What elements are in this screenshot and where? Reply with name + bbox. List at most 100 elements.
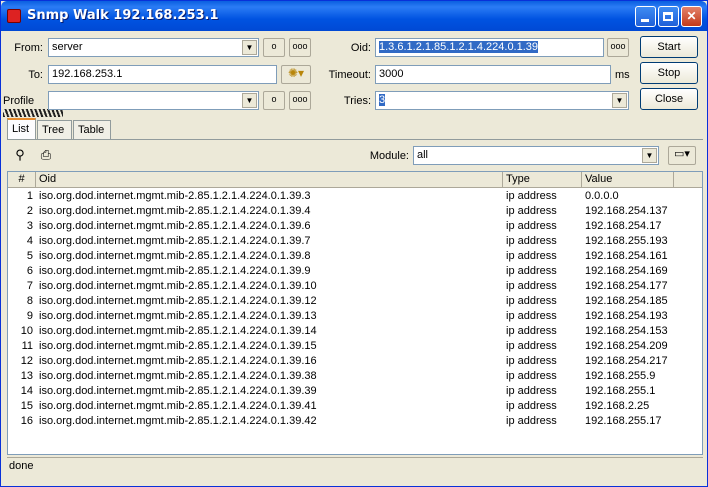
cell-type: ip address [506,190,557,202]
chevron-down-icon[interactable]: ▼ [642,148,657,163]
tries-label: Tries: [343,95,371,107]
cell-type: ip address [506,340,557,352]
title-bar[interactable]: Snmp Walk 192.168.253.1 ✕ [1,1,707,31]
columns-icon: ▭▾ [674,148,690,160]
profile-select[interactable]: ▼ [48,91,259,110]
cell-oid: iso.org.dod.internet.mgmt.mib-2.85.1.2.1… [39,220,311,232]
columns-button[interactable]: ▭▾ [668,146,696,165]
from-select[interactable]: server ▼ [48,38,259,57]
table-row[interactable]: 7 iso.org.dod.internet.mgmt.mib-2.85.1.2.… [8,279,702,294]
binoculars-icon: ⚲ [15,147,25,162]
module-label: Module: [369,150,409,162]
cell-value: 192.168.254.153 [585,325,668,337]
status-bar: done [7,457,703,475]
find-button[interactable]: ⚲ [9,145,31,165]
cell-num: 16 [20,415,33,427]
cell-value: 192.168.255.9 [585,370,656,382]
cell-type: ip address [506,220,557,232]
cell-num: 14 [20,385,33,397]
oid-more-button[interactable]: ooo [607,38,629,57]
column-header-oid[interactable]: Oid [36,172,503,188]
from-label: From: [14,42,43,54]
oid-input[interactable]: 1.3.6.1.2.1.85.1.2.1.4.224.0.1.39 [375,38,604,57]
cell-num: 3 [26,220,33,232]
print-button[interactable]: ⎙ [35,145,57,165]
tries-select[interactable]: 3 ▼ [375,91,629,110]
table-row[interactable]: 10 iso.org.dod.internet.mgmt.mib-2.85.1.2… [8,324,702,339]
cell-num: 13 [20,370,33,382]
cell-oid: iso.org.dod.internet.mgmt.mib-2.85.1.2.1… [39,400,317,412]
printer-icon: ⎙ [40,147,52,162]
table-row[interactable]: 9 iso.org.dod.internet.mgmt.mib-2.85.1.2.… [8,309,702,324]
table-row[interactable]: 16 iso.org.dod.internet.mgmt.mib-2.85.1.2… [8,414,702,429]
results-table[interactable]: # Oid Type Value 1 iso.org.dod.internet.m… [7,171,703,455]
from-more-button[interactable]: ooo [289,38,311,57]
to-discover-button[interactable]: ✺▾ [281,65,311,84]
cell-oid: iso.org.dod.internet.mgmt.mib-2.85.1.2.1… [39,205,311,217]
table-row[interactable]: 6 iso.org.dod.internet.mgmt.mib-2.85.1.2.… [8,264,702,279]
module-select[interactable]: all ▼ [413,146,659,165]
tab-list[interactable]: List [7,118,36,140]
column-header-type[interactable]: Type [503,172,582,188]
cell-oid: iso.org.dod.internet.mgmt.mib-2.85.1.2.1… [39,295,317,307]
table-row[interactable]: 11 iso.org.dod.internet.mgmt.mib-2.85.1.2… [8,339,702,354]
column-header-filler [674,172,702,188]
table-header: # Oid Type Value [8,172,702,188]
table-row[interactable]: 14 iso.org.dod.internet.mgmt.mib-2.85.1.2… [8,384,702,399]
table-row[interactable]: 13 iso.org.dod.internet.mgmt.mib-2.85.1.2… [8,369,702,384]
status-text: done [9,460,34,472]
cell-type: ip address [506,280,557,292]
cell-num: 1 [26,190,33,202]
tab-table[interactable]: Table [73,120,111,139]
table-row[interactable]: 2 iso.org.dod.internet.mgmt.mib-2.85.1.2.… [8,204,702,219]
cell-value: 0.0.0.0 [585,190,619,202]
cell-value: 192.168.255.193 [585,235,668,247]
chevron-down-icon[interactable]: ▼ [242,93,257,108]
start-button[interactable]: Start [640,36,698,58]
table-row[interactable]: 15 iso.org.dod.internet.mgmt.mib-2.85.1.2… [8,399,702,414]
stop-button[interactable]: Stop [640,62,698,84]
table-row[interactable]: 12 iso.org.dod.internet.mgmt.mib-2.85.1.2… [8,354,702,369]
table-row[interactable]: 5 iso.org.dod.internet.mgmt.mib-2.85.1.2.… [8,249,702,264]
app-icon [7,9,21,23]
table-row[interactable]: 1 iso.org.dod.internet.mgmt.mib-2.85.1.2.… [8,189,702,204]
cell-oid: iso.org.dod.internet.mgmt.mib-2.85.1.2.1… [39,355,317,367]
profile-label-text: Profile [3,95,35,107]
table-row[interactable]: 3 iso.org.dod.internet.mgmt.mib-2.85.1.2.… [8,219,702,234]
chevron-down-icon[interactable]: ▼ [242,40,257,55]
column-header-num[interactable]: # [8,172,36,188]
minimize-button[interactable] [635,6,656,27]
table-row[interactable]: 8 iso.org.dod.internet.mgmt.mib-2.85.1.2.… [8,294,702,309]
cell-oid: iso.org.dod.internet.mgmt.mib-2.85.1.2.1… [39,310,317,322]
cell-oid: iso.org.dod.internet.mgmt.mib-2.85.1.2.1… [39,235,311,247]
close-window-button[interactable]: ✕ [681,6,702,27]
cell-value: 192.168.254.193 [585,310,668,322]
cell-num: 10 [20,325,33,337]
redacted-scribble [3,109,63,118]
to-input[interactable]: 192.168.253.1 [48,65,277,84]
cell-value: 192.168.255.17 [585,415,662,427]
cell-num: 9 [26,310,33,322]
oid-value: 1.3.6.1.2.1.85.1.2.1.4.224.0.1.39 [379,41,539,53]
snmp-walk-window: Snmp Walk 192.168.253.1 ✕ From: server ▼… [0,0,708,487]
cell-type: ip address [506,205,557,217]
cell-num: 5 [26,250,33,262]
profile-single-button[interactable]: o [263,91,285,110]
tab-tree[interactable]: Tree [37,120,72,139]
cell-value: 192.168.254.185 [585,295,668,307]
timeout-input[interactable]: 3000 [375,65,611,84]
cell-value: 192.168.254.169 [585,265,668,277]
cell-type: ip address [506,250,557,262]
cell-value: 192.168.2.25 [585,400,650,412]
column-header-value[interactable]: Value [582,172,674,188]
close-button[interactable]: Close [640,88,698,110]
maximize-button[interactable] [658,6,679,27]
cell-type: ip address [506,325,557,337]
close-icon: ✕ [686,9,697,23]
table-row[interactable]: 4 iso.org.dod.internet.mgmt.mib-2.85.1.2.… [8,234,702,249]
timeout-unit: ms [615,69,630,81]
cell-oid: iso.org.dod.internet.mgmt.mib-2.85.1.2.1… [39,280,317,292]
chevron-down-icon[interactable]: ▼ [612,93,627,108]
from-single-button[interactable]: o [263,38,285,57]
profile-more-button[interactable]: ooo [289,91,311,110]
